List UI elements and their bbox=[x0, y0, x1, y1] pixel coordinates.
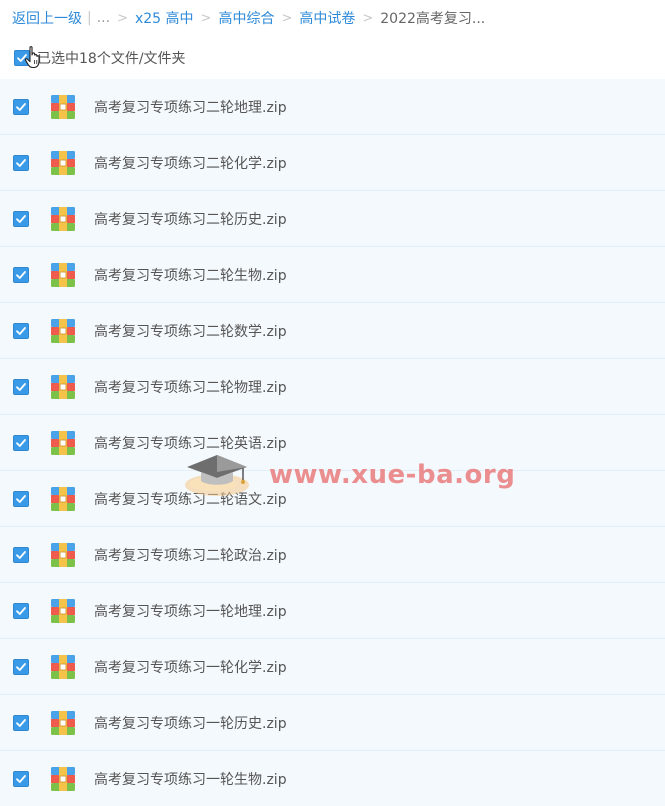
file-name[interactable]: 高考复习专项练习一轮化学.zip bbox=[94, 657, 287, 677]
breadcrumb-item-papers[interactable]: 高中试卷 bbox=[299, 8, 355, 28]
file-checkbox[interactable] bbox=[13, 322, 29, 339]
file-row[interactable]: 高考复习专项练习二轮语文.zip bbox=[0, 471, 665, 527]
checkmark-icon bbox=[16, 550, 26, 559]
checkmark-icon bbox=[16, 494, 26, 503]
file-name[interactable]: 高考复习专项练习二轮政治.zip bbox=[94, 545, 287, 565]
file-row[interactable]: 高考复习专项练习二轮政治.zip bbox=[0, 527, 665, 583]
file-row[interactable]: 高考复习专项练习二轮化学.zip bbox=[0, 135, 665, 191]
file-row[interactable]: 高考复习专项练习二轮数学.zip bbox=[0, 303, 665, 359]
file-checkbox[interactable] bbox=[13, 490, 29, 507]
checkmark-icon bbox=[16, 606, 26, 615]
file-row[interactable]: 高考复习专项练习二轮地理.zip bbox=[0, 79, 665, 135]
file-row[interactable]: 高考复习专项练习二轮生物.zip bbox=[0, 247, 665, 303]
zip-archive-icon bbox=[51, 598, 75, 623]
breadcrumb-item-comprehensive[interactable]: 高中综合 bbox=[218, 8, 274, 28]
zip-archive-icon bbox=[51, 486, 75, 511]
breadcrumb: 返回上一级 | ... > x25 高中 > 高中综合 > 高中试卷 > 202… bbox=[0, 0, 665, 36]
checkmark-icon bbox=[16, 718, 26, 727]
selection-count-label: 已选中18个文件/文件夹 bbox=[37, 50, 186, 67]
chevron-right-icon: > bbox=[281, 10, 293, 26]
zip-archive-icon bbox=[51, 94, 75, 119]
file-name[interactable]: 高考复习专项练习一轮生物.zip bbox=[94, 769, 287, 789]
checkmark-icon bbox=[16, 214, 26, 223]
breadcrumb-ellipsis[interactable]: ... bbox=[97, 10, 110, 26]
file-name[interactable]: 高考复习专项练习二轮化学.zip bbox=[94, 153, 287, 173]
breadcrumb-pipe: | bbox=[87, 10, 92, 26]
checkmark-icon bbox=[16, 326, 26, 335]
breadcrumb-current: 2022高考复习... bbox=[380, 11, 486, 27]
file-name[interactable]: 高考复习专项练习二轮历史.zip bbox=[94, 209, 287, 229]
file-name[interactable]: 高考复习专项练习二轮语文.zip bbox=[94, 489, 287, 509]
file-checkbox[interactable] bbox=[13, 210, 29, 227]
back-link[interactable]: 返回上一级 bbox=[12, 8, 82, 28]
checkmark-icon bbox=[16, 270, 26, 279]
checkmark-icon bbox=[16, 102, 26, 111]
file-checkbox[interactable] bbox=[13, 98, 29, 115]
file-row[interactable]: 高考复习专项练习二轮历史.zip bbox=[0, 191, 665, 247]
file-checkbox[interactable] bbox=[13, 154, 29, 171]
file-checkbox[interactable] bbox=[13, 770, 29, 787]
checkmark-icon bbox=[16, 438, 26, 447]
file-row[interactable]: 高考复习专项练习一轮化学.zip bbox=[0, 639, 665, 695]
file-checkbox[interactable] bbox=[13, 658, 29, 675]
file-list: 高考复习专项练习二轮地理.zip 高考复习专项练习二轮化学.zip 高考复习专项练习… bbox=[0, 79, 665, 806]
zip-archive-icon bbox=[51, 150, 75, 175]
zip-archive-icon bbox=[51, 766, 75, 791]
checkmark-icon bbox=[16, 158, 26, 167]
file-row[interactable]: 高考复习专项练习二轮英语.zip bbox=[0, 415, 665, 471]
zip-archive-icon bbox=[51, 206, 75, 231]
file-checkbox[interactable] bbox=[13, 378, 29, 395]
hand-cursor-icon bbox=[24, 46, 40, 69]
zip-archive-icon bbox=[51, 710, 75, 735]
zip-archive-icon bbox=[51, 374, 75, 399]
file-name[interactable]: 高考复习专项练习二轮物理.zip bbox=[94, 377, 287, 397]
breadcrumb-item-x25[interactable]: x25 高中 bbox=[135, 8, 194, 28]
checkmark-icon bbox=[16, 662, 26, 671]
file-name[interactable]: 高考复习专项练习二轮数学.zip bbox=[94, 321, 287, 341]
file-checkbox[interactable] bbox=[13, 714, 29, 731]
file-row[interactable]: 高考复习专项练习一轮生物.zip bbox=[0, 751, 665, 806]
chevron-right-icon: > bbox=[200, 10, 212, 26]
file-name[interactable]: 高考复习专项练习二轮生物.zip bbox=[94, 265, 287, 285]
zip-archive-icon bbox=[51, 542, 75, 567]
checkmark-icon bbox=[16, 382, 26, 391]
file-checkbox[interactable] bbox=[13, 434, 29, 451]
file-row[interactable]: 高考复习专项练习一轮历史.zip bbox=[0, 695, 665, 751]
file-checkbox[interactable] bbox=[13, 602, 29, 619]
selection-bar: 已选中18个文件/文件夹 bbox=[0, 36, 665, 79]
file-name[interactable]: 高考复习专项练习一轮历史.zip bbox=[94, 713, 287, 733]
zip-archive-icon bbox=[51, 654, 75, 679]
checkmark-icon bbox=[16, 774, 26, 783]
zip-archive-icon bbox=[51, 318, 75, 343]
file-checkbox[interactable] bbox=[13, 266, 29, 283]
chevron-right-icon: > bbox=[117, 10, 128, 26]
zip-archive-icon bbox=[51, 430, 75, 455]
chevron-right-icon: > bbox=[362, 10, 374, 26]
file-checkbox[interactable] bbox=[13, 546, 29, 563]
zip-archive-icon bbox=[51, 262, 75, 287]
file-row[interactable]: 高考复习专项练习二轮物理.zip bbox=[0, 359, 665, 415]
file-name[interactable]: 高考复习专项练习二轮地理.zip bbox=[94, 97, 287, 117]
file-row[interactable]: 高考复习专项练习一轮地理.zip bbox=[0, 583, 665, 639]
file-name[interactable]: 高考复习专项练习一轮地理.zip bbox=[94, 601, 287, 621]
file-name[interactable]: 高考复习专项练习二轮英语.zip bbox=[94, 433, 287, 453]
